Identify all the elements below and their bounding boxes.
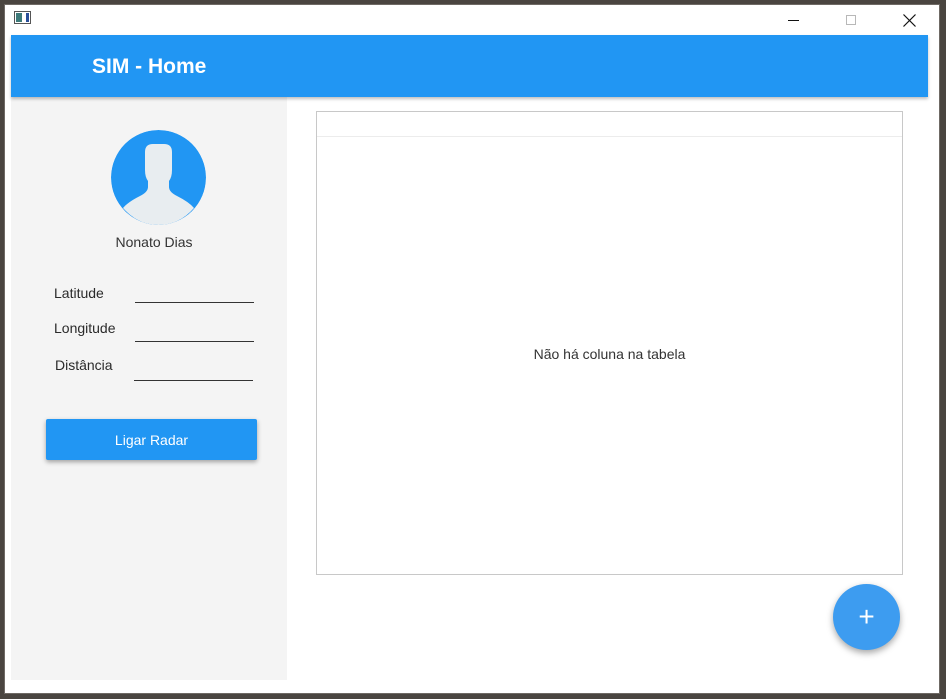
close-button[interactable]	[880, 5, 938, 35]
minimize-button[interactable]	[764, 5, 822, 35]
maximize-button[interactable]	[822, 5, 880, 35]
data-table[interactable]: Não há coluna na tabela	[316, 111, 903, 575]
plus-icon: +	[858, 601, 875, 632]
title-bar[interactable]	[5, 5, 939, 35]
minimize-icon	[787, 19, 799, 21]
maximize-icon	[846, 15, 856, 25]
distance-field[interactable]	[134, 360, 253, 381]
table-header	[317, 112, 902, 137]
user-avatar-icon	[111, 130, 206, 225]
app-header: SIM - Home	[11, 35, 928, 97]
latitude-label: Latitude	[54, 285, 104, 301]
latitude-field[interactable]	[135, 282, 254, 303]
add-button[interactable]: +	[833, 584, 900, 650]
username: Nonato Dias	[115, 234, 193, 250]
longitude-field[interactable]	[135, 321, 254, 342]
sidebar: Nonato Dias Latitude Longitude Distância…	[11, 97, 287, 680]
distance-label: Distância	[55, 357, 113, 373]
radar-button[interactable]: Ligar Radar	[46, 419, 257, 460]
page-title: SIM - Home	[92, 55, 207, 78]
app-window: SIM - Home Nonato Dias Latitude Longitud…	[4, 4, 940, 694]
longitude-label: Longitude	[54, 320, 116, 336]
table-empty-message: Não há coluna na tabela	[533, 346, 686, 362]
close-icon	[902, 13, 916, 27]
app-icon	[14, 11, 31, 24]
